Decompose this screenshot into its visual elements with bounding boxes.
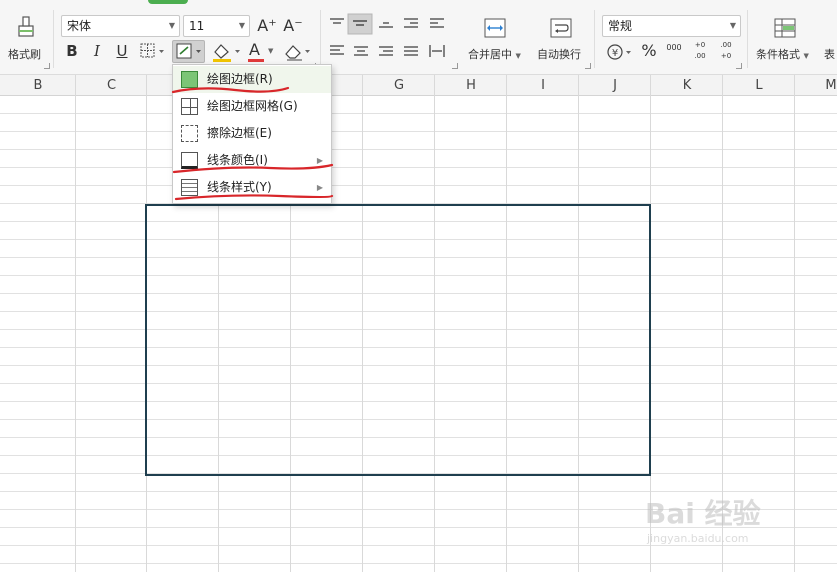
annotation-marks	[171, 86, 334, 201]
annotation-underline	[174, 194, 334, 201]
watermark-logo: Bai 经验	[645, 497, 761, 530]
watermark-url: jingyan.baidu.com	[647, 532, 749, 545]
annotation-underline	[171, 86, 290, 94]
baidu-watermark: Bai 经验 jingyan.baidu.com	[645, 490, 795, 550]
annotation-underline	[172, 163, 334, 174]
spreadsheet-app: 格式刷 宋体 ▼ 11 ▼ A⁺ A⁻ B I U A ▼ 合并居中 ▼ 自动换…	[0, 0, 837, 572]
